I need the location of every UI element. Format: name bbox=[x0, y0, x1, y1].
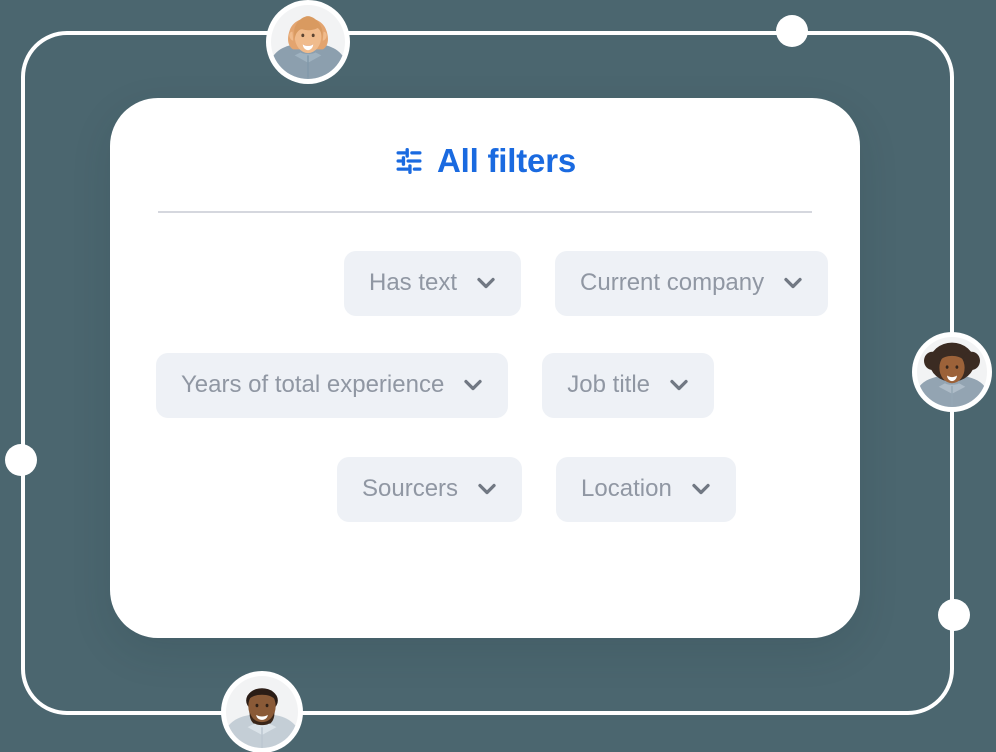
filter-pill-label: Has text bbox=[369, 269, 458, 296]
filter-pill-sourcers[interactable]: Sourcers bbox=[337, 456, 523, 522]
filter-row-1: Has text Current company bbox=[156, 250, 829, 316]
avatar-right-photo bbox=[917, 337, 987, 407]
filter-pill-label: Job title bbox=[567, 371, 651, 398]
avatar-top bbox=[266, 0, 350, 84]
filter-row-2: Years of total experience Job title bbox=[156, 352, 814, 418]
page-title: All filters bbox=[436, 142, 576, 179]
filters-container: Has text Current company Years of total bbox=[110, 250, 860, 522]
chevron-down-icon bbox=[460, 372, 486, 398]
chevron-down-icon bbox=[688, 476, 714, 502]
filter-pill-years-of-total-experience[interactable]: Years of total experience bbox=[156, 352, 509, 418]
card-header: All filters bbox=[110, 98, 860, 213]
avatar-top-photo bbox=[271, 5, 345, 79]
filter-pill-job-title[interactable]: Job title bbox=[542, 352, 715, 418]
chevron-down-icon bbox=[666, 372, 692, 398]
avatar-right bbox=[912, 332, 992, 412]
chevron-down-icon bbox=[473, 270, 499, 296]
frame-dot-bottom-right bbox=[938, 599, 970, 631]
filter-sliders-icon bbox=[394, 146, 424, 176]
filter-pill-label: Location bbox=[581, 475, 672, 502]
filter-pill-has-text[interactable]: Has text bbox=[344, 250, 522, 316]
avatar-bottom bbox=[221, 671, 303, 752]
header-divider bbox=[158, 210, 812, 213]
filter-pill-label: Current company bbox=[580, 269, 765, 296]
filter-pill-label: Years of total experience bbox=[181, 371, 445, 398]
title-row: All filters bbox=[394, 144, 576, 177]
filter-pill-location[interactable]: Location bbox=[556, 456, 736, 522]
filter-pill-label: Sourcers bbox=[362, 475, 459, 502]
chevron-down-icon bbox=[474, 476, 500, 502]
frame-dot-top-right bbox=[776, 15, 808, 47]
filter-pill-current-company[interactable]: Current company bbox=[555, 250, 829, 316]
filter-row-3: Sourcers Location bbox=[156, 456, 814, 522]
all-filters-card: All filters Has text Current company Yea… bbox=[110, 98, 860, 638]
chevron-down-icon bbox=[780, 270, 806, 296]
frame-dot-left bbox=[5, 444, 37, 476]
avatar-bottom-photo bbox=[226, 676, 298, 748]
